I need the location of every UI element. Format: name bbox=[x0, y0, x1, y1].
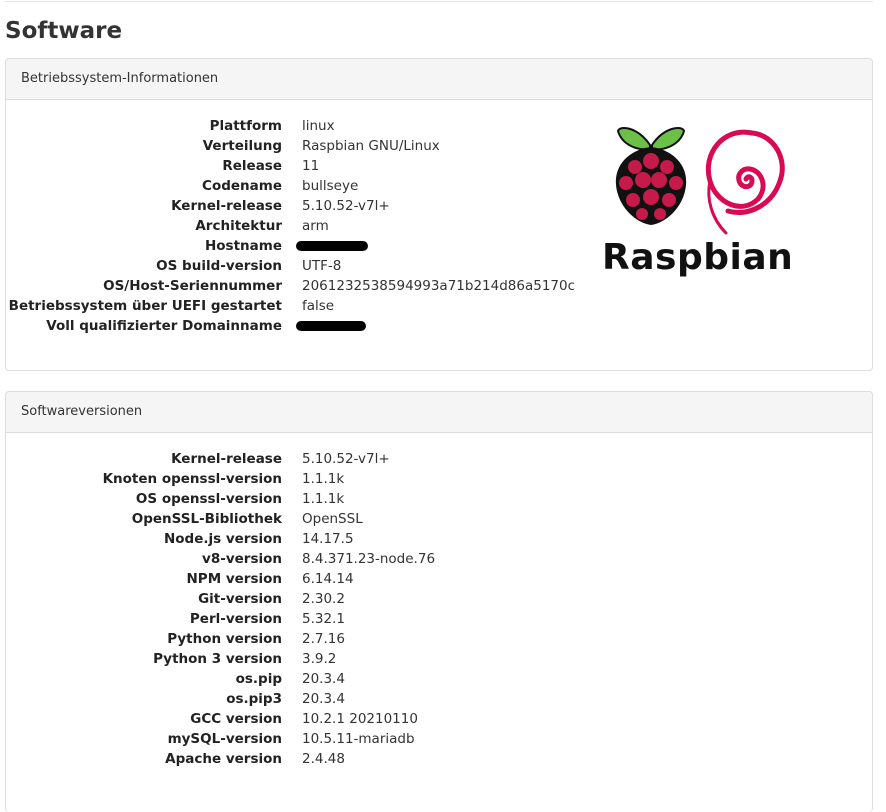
redaction-bar bbox=[296, 241, 368, 251]
row-value: linux bbox=[302, 118, 335, 134]
row-value: 3.9.2 bbox=[302, 651, 337, 667]
row-value: 1.1.1k bbox=[302, 471, 345, 487]
row-label: Kernel-release bbox=[171, 198, 282, 214]
row-label: Python version bbox=[167, 631, 282, 647]
version-row-openssl-library: OpenSSL-Bibliothek OpenSSL bbox=[6, 509, 606, 529]
raspberry-swirl-graphic bbox=[615, 127, 785, 235]
version-row-perl: Perl-version 5.32.1 bbox=[6, 609, 606, 629]
row-label: Hostname bbox=[204, 238, 282, 254]
redaction-bar bbox=[296, 321, 366, 331]
row-label: Release bbox=[222, 158, 282, 174]
version-row-os-pip3: os.pip3 20.3.4 bbox=[6, 689, 606, 709]
row-value: OpenSSL bbox=[302, 511, 363, 527]
row-label: Perl-version bbox=[189, 611, 282, 627]
row-value: 1.1.1k bbox=[302, 491, 345, 507]
row-value: bullseye bbox=[302, 178, 359, 194]
version-row-os-pip: os.pip 20.3.4 bbox=[6, 669, 606, 689]
info-row-fqdn: Voll qualifizierter Domainname bbox=[6, 316, 606, 336]
row-label: OpenSSL-Bibliothek bbox=[131, 511, 282, 527]
info-row-uefi-boot: Betriebssystem über UEFI gestartet false bbox=[6, 296, 606, 316]
row-label: OS build-version bbox=[156, 258, 282, 274]
row-label: mySQL-version bbox=[167, 731, 282, 747]
row-value: 2.4.48 bbox=[302, 751, 345, 767]
row-value: 20.3.4 bbox=[302, 671, 345, 687]
row-label: Plattform bbox=[209, 118, 282, 134]
info-row-release: Release 11 bbox=[6, 156, 606, 176]
row-label: Kernel-release bbox=[171, 451, 282, 467]
row-label: Voll qualifizierter Domainname bbox=[46, 318, 282, 334]
row-value: false bbox=[302, 298, 335, 314]
software-versions-table: Kernel-release 5.10.52-v7l+ Knoten openss… bbox=[6, 449, 606, 769]
row-label: GCC version bbox=[190, 711, 282, 727]
row-value: 2061232538594993a71b214d86a5170c bbox=[302, 278, 576, 294]
os-info-table: Plattform linux Verteilung Raspbian GNU/Li… bbox=[6, 116, 606, 336]
row-value: 2.7.16 bbox=[302, 631, 345, 647]
row-label: os.pip3 bbox=[226, 691, 282, 707]
row-value: 5.32.1 bbox=[302, 611, 345, 627]
row-label: OS/Host-Seriennummer bbox=[103, 278, 282, 294]
row-label: Git-version bbox=[198, 591, 282, 607]
row-value: 14.17.5 bbox=[302, 531, 354, 547]
row-value: 8.4.371.23-node.76 bbox=[302, 551, 436, 567]
row-label: v8-version bbox=[202, 551, 282, 567]
version-row-git: Git-version 2.30.2 bbox=[6, 589, 606, 609]
row-label: Architektur bbox=[195, 218, 282, 234]
info-row-architecture: Architektur arm bbox=[6, 216, 606, 236]
row-value: 6.14.14 bbox=[302, 571, 354, 587]
page-title: Software bbox=[5, 18, 123, 44]
info-row-hostname: Hostname bbox=[6, 236, 606, 256]
row-label: Codename bbox=[202, 178, 282, 194]
row-label: NPM version bbox=[186, 571, 283, 587]
info-row-serial-number: OS/Host-Seriennummer 2061232538594993a71b… bbox=[6, 276, 606, 296]
info-row-codename: Codename bullseye bbox=[6, 176, 606, 196]
row-label: Knoten openssl-version bbox=[102, 471, 282, 487]
row-value: 11 bbox=[302, 158, 320, 174]
version-row-python: Python version 2.7.16 bbox=[6, 629, 606, 649]
info-row-os-build-version: OS build-version UTF-8 bbox=[6, 256, 606, 276]
row-value bbox=[282, 316, 366, 336]
row-label: Betriebssystem über UEFI gestartet bbox=[8, 298, 282, 314]
row-value: UTF-8 bbox=[302, 258, 342, 274]
version-row-os-openssl: OS openssl-version 1.1.1k bbox=[6, 489, 606, 509]
info-row-kernel-release: Kernel-release 5.10.52-v7l+ bbox=[6, 196, 606, 216]
row-label: Apache version bbox=[165, 751, 282, 767]
row-value: Raspbian GNU/Linux bbox=[302, 138, 440, 154]
row-label: os.pip bbox=[235, 671, 282, 687]
version-row-kernel-release: Kernel-release 5.10.52-v7l+ bbox=[6, 449, 606, 469]
row-label: OS openssl-version bbox=[135, 491, 282, 507]
version-row-gcc: GCC version 10.2.1 20210110 bbox=[6, 709, 606, 729]
raspbian-logo: Raspbian bbox=[602, 119, 802, 284]
row-value: arm bbox=[302, 218, 329, 234]
info-row-distribution: Verteilung Raspbian GNU/Linux bbox=[6, 136, 606, 156]
version-row-apache: Apache version 2.4.48 bbox=[6, 749, 606, 769]
top-divider bbox=[5, 1, 873, 2]
row-value: 10.2.1 20210110 bbox=[302, 711, 418, 727]
row-value bbox=[282, 236, 368, 256]
version-row-npm: NPM version 6.14.14 bbox=[6, 569, 606, 589]
version-row-v8: v8-version 8.4.371.23-node.76 bbox=[6, 549, 606, 569]
version-row-nodejs: Node.js version 14.17.5 bbox=[6, 529, 606, 549]
info-row-platform: Plattform linux bbox=[6, 116, 606, 136]
os-info-panel: Betriebssystem-Informationen Plattform li… bbox=[5, 58, 873, 371]
version-row-python3: Python 3 version 3.9.2 bbox=[6, 649, 606, 669]
software-versions-panel: Softwareversionen Kernel-release 5.10.52-… bbox=[5, 391, 873, 812]
version-row-node-openssl: Knoten openssl-version 1.1.1k bbox=[6, 469, 606, 489]
row-label: Node.js version bbox=[163, 531, 282, 547]
software-versions-panel-heading: Softwareversionen bbox=[6, 392, 872, 433]
row-label: Verteilung bbox=[202, 138, 282, 154]
version-row-mysql: mySQL-version 10.5.11-mariadb bbox=[6, 729, 606, 749]
os-info-panel-heading: Betriebssystem-Informationen bbox=[6, 59, 872, 100]
row-value: 10.5.11-mariadb bbox=[302, 731, 415, 747]
row-label: Python 3 version bbox=[153, 651, 282, 667]
row-value: 2.30.2 bbox=[302, 591, 345, 607]
row-value: 5.10.52-v7l+ bbox=[302, 198, 390, 214]
logo-text: Raspbian bbox=[602, 237, 794, 278]
row-value: 5.10.52-v7l+ bbox=[302, 451, 390, 467]
row-value: 20.3.4 bbox=[302, 691, 345, 707]
